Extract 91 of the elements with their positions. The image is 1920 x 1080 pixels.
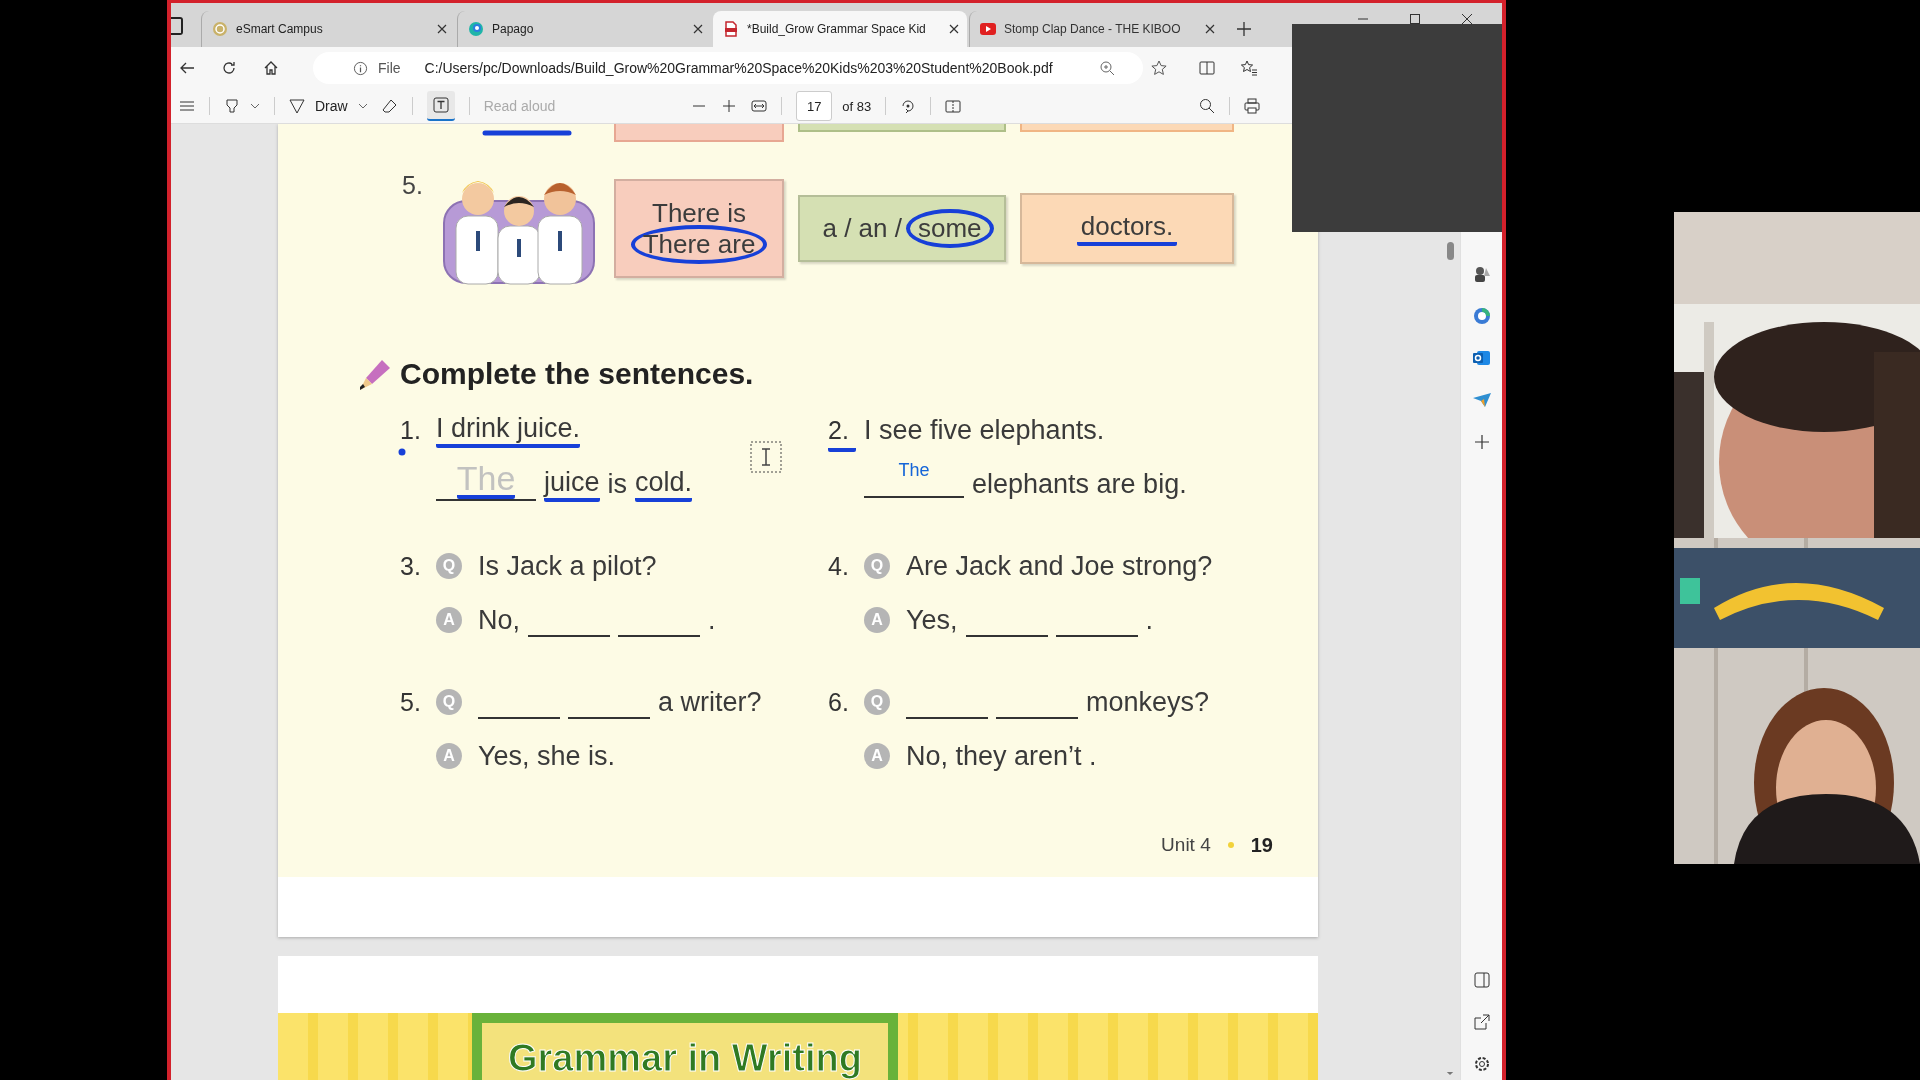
- sentence-text: I see five elephants.: [864, 414, 1105, 446]
- browser-tab[interactable]: *Build_Grow Grammar Space Kid: [713, 11, 967, 47]
- question-badge: A: [436, 607, 462, 633]
- item-number: 3.: [400, 551, 422, 582]
- close-icon[interactable]: [693, 24, 703, 34]
- highlighter-icon[interactable]: [224, 98, 240, 114]
- scrollbar-thumb[interactable]: [1446, 242, 1454, 260]
- browser-tab[interactable]: Papago: [457, 11, 711, 47]
- close-icon[interactable]: [1205, 24, 1215, 34]
- rotate-icon[interactable]: [900, 98, 917, 114]
- section-title: Complete the sentences.: [400, 357, 754, 391]
- sentence-text: Is Jack a pilot?: [478, 550, 657, 582]
- back-icon[interactable]: [179, 60, 195, 76]
- page-count: of 83: [842, 98, 872, 114]
- split-screen-icon[interactable]: [1199, 60, 1215, 76]
- choice-text: doctors.: [1076, 211, 1178, 246]
- sentence-text: Are Jack and Joe strong?: [906, 550, 1213, 582]
- sentence-text: a writer?: [658, 686, 762, 718]
- mail-icon[interactable]: [1471, 348, 1492, 368]
- pen-icon: [289, 98, 305, 114]
- url-text: C:/Users/pc/Downloads/Build_Grow%20Grammar%20Space%20Kids%203%20Student%20Book.pdf: [424, 60, 1053, 76]
- pdf-icon: [723, 21, 739, 37]
- sentence-text: Yes,: [906, 604, 958, 636]
- text-box-icon: [432, 97, 449, 113]
- page-number-field[interactable]: 17: [796, 91, 833, 121]
- eraser-icon[interactable]: [381, 98, 398, 114]
- item-number: 4.: [828, 551, 850, 582]
- search-icon[interactable]: [1199, 98, 1215, 114]
- tab-actions-icon[interactable]: [171, 17, 183, 35]
- zoom-in-icon[interactable]: [721, 98, 738, 114]
- page-view-icon[interactable]: [945, 98, 962, 114]
- question-badge: Q: [864, 553, 890, 579]
- sentence-text: monkeys?: [1086, 686, 1210, 718]
- home-icon[interactable]: [263, 60, 279, 76]
- external-link-icon[interactable]: [1471, 1012, 1492, 1032]
- item-number: 5.: [400, 687, 422, 718]
- contents-icon[interactable]: [179, 98, 195, 114]
- caret-icon[interactable]: [357, 103, 368, 109]
- refresh-icon[interactable]: [221, 60, 237, 76]
- file-label: File: [378, 60, 401, 76]
- maximize-icon[interactable]: [1409, 13, 1421, 25]
- sentence-text: I drink juice.: [436, 412, 581, 448]
- side-panel-icon[interactable]: [1471, 970, 1492, 990]
- site-icon: [212, 21, 228, 37]
- print-icon[interactable]: [1244, 98, 1260, 114]
- browser-tab[interactable]: eSmart Campus: [201, 11, 455, 47]
- scroll-down-icon[interactable]: [1446, 1071, 1454, 1076]
- item-number: 6.: [828, 687, 850, 718]
- sentence-text: .: [1145, 604, 1154, 636]
- choice-text: a / an /: [821, 213, 903, 244]
- sentence-text: Yes, she is.: [478, 740, 616, 772]
- question-badge: Q: [436, 553, 462, 579]
- sentence-text: No,: [478, 604, 521, 636]
- question-badge: Q: [864, 689, 890, 715]
- draw-button[interactable]: Draw: [289, 98, 348, 114]
- text-cursor-icon: [750, 441, 782, 473]
- choice-text: some: [905, 209, 994, 248]
- bullet-icon: [1226, 841, 1235, 849]
- new-tab-icon[interactable]: [1237, 22, 1251, 36]
- browser-tab[interactable]: Stomp Clap Dance - THE KIBOO: [969, 11, 1223, 47]
- close-icon[interactable]: [437, 24, 447, 34]
- sentence-text: .: [708, 604, 716, 636]
- item-number: 2.: [828, 408, 856, 452]
- question-badge: A: [864, 607, 890, 633]
- question-badge: A: [436, 743, 462, 769]
- sentence-text: is: [607, 468, 628, 500]
- sentence-text: elephants are big.: [972, 468, 1187, 500]
- star-icon[interactable]: [1150, 60, 1167, 76]
- play-icon: [980, 21, 996, 37]
- sentence-text: No, they aren’t .: [906, 740, 1097, 772]
- question-badge: A: [864, 743, 890, 769]
- page-number: 19: [1250, 833, 1273, 857]
- close-icon[interactable]: [1461, 13, 1473, 25]
- sentence-text: cold.: [635, 466, 693, 502]
- section-banner: Grammar in Writing: [472, 1013, 898, 1080]
- question-badge: Q: [436, 689, 462, 715]
- item-number: 1.: [400, 415, 422, 446]
- close-icon[interactable]: [949, 24, 959, 34]
- fill-in-line[interactable]: The: [864, 460, 964, 498]
- circle-icon[interactable]: [1471, 306, 1492, 326]
- exercise-number: 5.: [402, 171, 424, 200]
- ink-dot: [398, 448, 406, 456]
- sentence-text: juice: [544, 466, 600, 502]
- unit-label: Unit 4: [1161, 834, 1211, 856]
- fit-width-icon[interactable]: [751, 98, 768, 114]
- choice-text: There are: [630, 224, 768, 264]
- zoom-icon[interactable]: [1098, 60, 1115, 76]
- info-icon: [353, 60, 368, 76]
- favorites-icon[interactable]: [1241, 60, 1257, 76]
- text-tool-button[interactable]: [426, 91, 455, 121]
- caret-icon[interactable]: [250, 103, 260, 109]
